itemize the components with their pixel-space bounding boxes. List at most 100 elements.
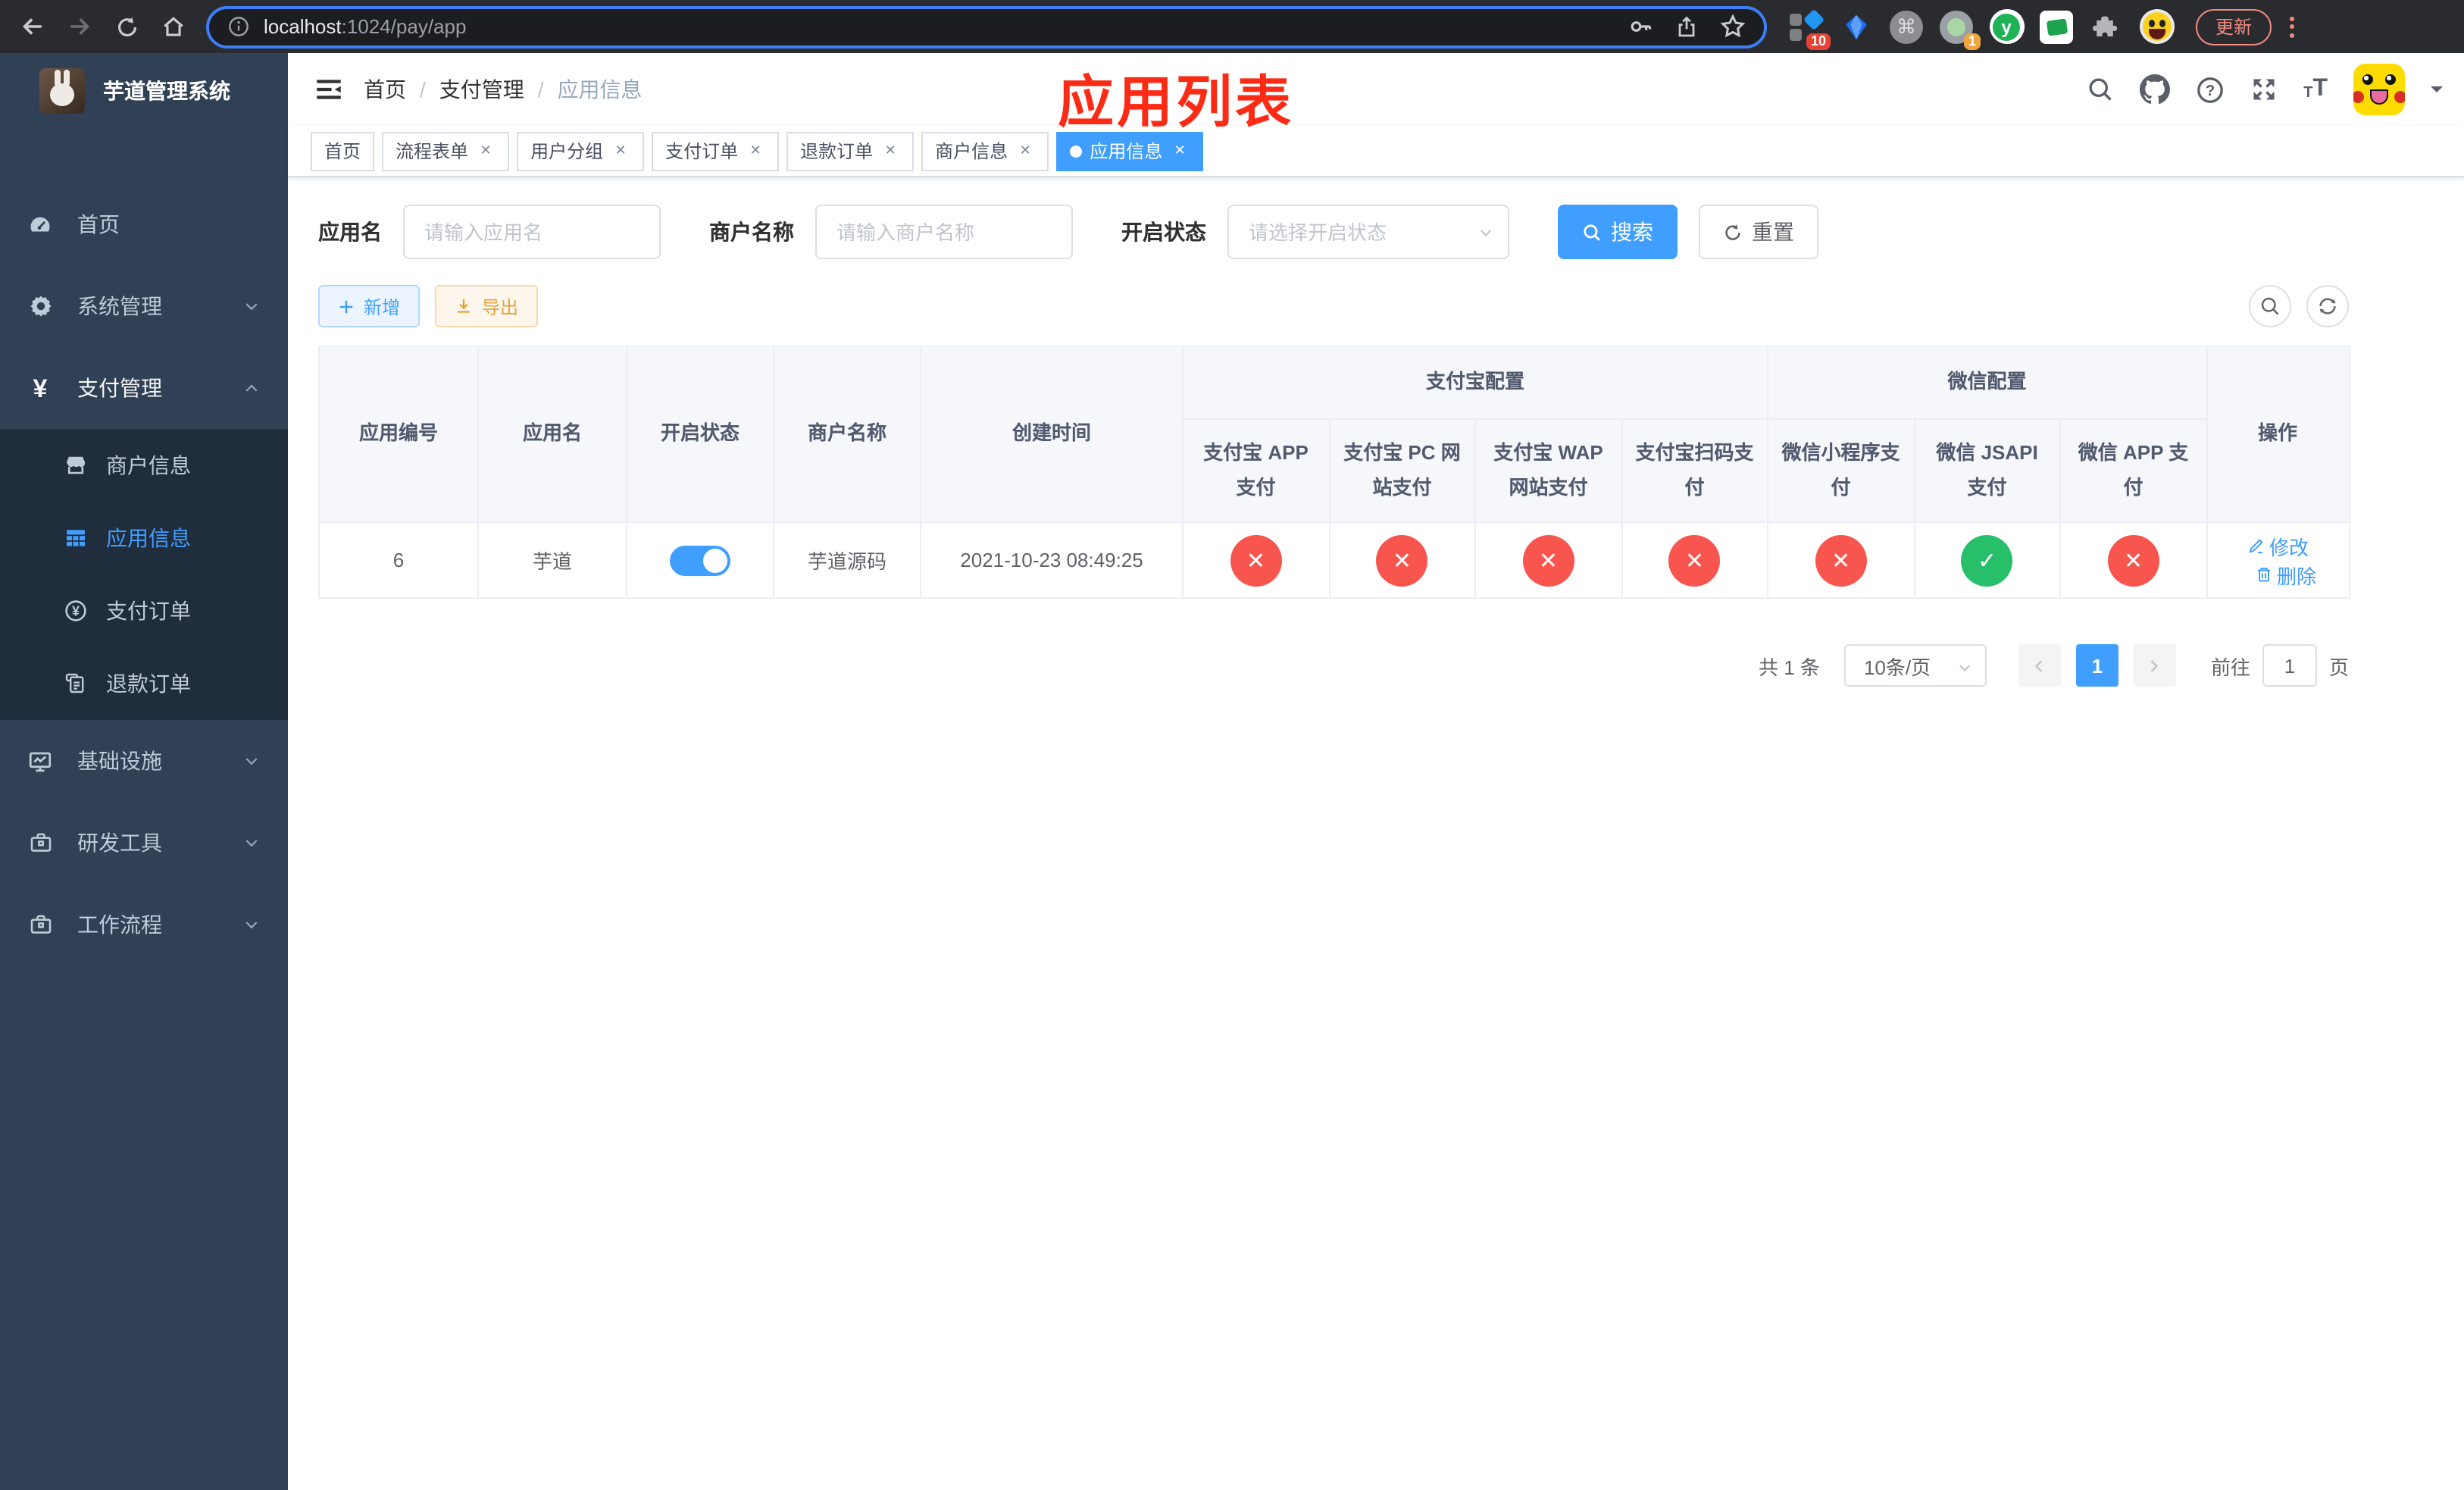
sidebar-collapse-button[interactable] (315, 76, 342, 103)
back-arrow-icon (23, 18, 42, 35)
tag-pay-orders[interactable]: 支付订单 ✕ (652, 131, 780, 171)
home-icon (164, 17, 183, 36)
password-key-icon[interactable] (1628, 14, 1653, 39)
extension-badge: 10 (1806, 33, 1831, 49)
browser-menu-button[interactable] (2290, 16, 2295, 37)
cell-alipay-qr: ✕ (1621, 521, 1769, 599)
show-search-button[interactable] (2249, 285, 2291, 327)
cell-created: 2021-10-23 08:49:25 (920, 521, 1184, 599)
extension-gem-icon[interactable] (1838, 8, 1875, 45)
status-icon: ✕ (1230, 534, 1282, 586)
fullscreen-icon[interactable] (2250, 76, 2278, 103)
sidebar-item-label: 研发工具 (77, 831, 162, 855)
tag-merchant-info[interactable]: 商户信息 ✕ (921, 131, 1049, 171)
caret-down-icon[interactable] (2431, 86, 2443, 99)
search-button[interactable]: 搜索 (1558, 205, 1678, 259)
back-button[interactable] (12, 6, 53, 47)
delete-link[interactable]: 删除 (2254, 560, 2316, 589)
merchant-name-input[interactable] (815, 205, 1073, 259)
tag-refund-orders[interactable]: 退款订单 ✕ (786, 131, 915, 171)
sidebar-item-workflow[interactable]: 工作流程 (0, 884, 288, 966)
search-icon (1584, 224, 1600, 240)
extension-recorder-icon[interactable]: 1 (1938, 8, 1981, 49)
status-select-input[interactable] (1227, 205, 1509, 259)
refresh-icon (1725, 224, 1740, 239)
search-icon[interactable] (2087, 76, 2114, 103)
col-header-wechat-app: 微信 APP 支付 (2059, 418, 2208, 523)
close-icon[interactable]: ✕ (611, 141, 630, 161)
col-header-alipay-qr: 支付宝扫码支付 (1621, 418, 1769, 523)
tags-view: 首页 流程表单 ✕ 用户分组 ✕ 支付订单 ✕ 退款订单 ✕ 商户信息 ✕ 应用信息 ✕ (288, 126, 2464, 177)
sidebar-logo[interactable]: 芋道管理系统 (0, 53, 288, 129)
export-button[interactable]: 导出 (435, 285, 539, 327)
close-icon[interactable]: ✕ (476, 141, 496, 161)
sidebar-item-infrastructure[interactable]: 基础设施 (0, 720, 288, 802)
pagination: 共 1 条 10条/页 1 前往 1 页 (318, 644, 2349, 687)
close-icon[interactable]: ✕ (746, 141, 765, 161)
goto-label: 前往 (2210, 656, 2250, 678)
forward-button[interactable] (59, 6, 100, 47)
breadcrumb-home[interactable]: 首页 (364, 74, 406, 105)
cell-wechat-mini: ✕ (1767, 521, 1915, 599)
status-select[interactable] (1227, 205, 1509, 259)
toolbox-icon (27, 912, 53, 938)
close-icon[interactable]: ✕ (1015, 141, 1035, 161)
github-icon[interactable] (2140, 74, 2171, 105)
col-header-wechat-mini: 微信小程序支付 (1767, 418, 1915, 523)
cell-name: 芋道 (477, 521, 627, 599)
tag-user-group[interactable]: 用户分组 ✕ (517, 131, 645, 171)
sidebar-item-merchant-info[interactable]: 商户信息 (0, 429, 288, 502)
svg-text:?: ? (2206, 82, 2215, 99)
site-info-icon[interactable] (227, 15, 250, 38)
sidebar-item-payment[interactable]: ¥ 支付管理 (0, 347, 288, 429)
sidebar-item-system[interactable]: 系统管理 (0, 265, 288, 347)
page-1-button[interactable]: 1 (2075, 644, 2118, 687)
filter-form: 应用名 商户名称 开启状态 (318, 205, 2464, 259)
breadcrumb-payment[interactable]: 支付管理 (439, 74, 524, 105)
page-size-select[interactable]: 10条/页 (1843, 644, 1987, 687)
share-icon[interactable] (1674, 14, 1699, 39)
prev-page-button[interactable] (2018, 644, 2061, 687)
chrome-update-button[interactable]: 更新 (2196, 8, 2272, 45)
enabled-toggle[interactable] (670, 545, 730, 575)
edit-link[interactable]: 修改 (2247, 531, 2309, 560)
bookmark-star-icon[interactable] (1720, 14, 1746, 39)
app-name-input[interactable] (403, 205, 661, 259)
help-icon[interactable]: ? (2196, 75, 2225, 104)
refresh-table-button[interactable] (2306, 285, 2349, 327)
extensions-area: 10 ⌘ 1 y (1788, 8, 2175, 49)
sidebar-item-pay-orders[interactable]: ¥ 支付订单 (0, 574, 288, 647)
extension-emoji-icon[interactable] (2138, 8, 2175, 45)
extension-command-icon[interactable]: ⌘ (1888, 8, 1925, 45)
next-page-button[interactable] (2133, 644, 2176, 687)
reset-button[interactable]: 重置 (1699, 205, 1818, 259)
extension-badge: 1 (1963, 33, 1981, 49)
sidebar-item-label: 应用信息 (106, 526, 191, 550)
cell-actions: 修改 删除 (2206, 521, 2350, 599)
home-button[interactable] (153, 6, 194, 47)
avatar[interactable] (2353, 64, 2405, 115)
extension-tampermonkey-icon[interactable]: 10 (1788, 8, 1831, 49)
status-label: 开启状态 (1121, 220, 1206, 244)
sidebar-item-dev-tools[interactable]: 研发工具 (0, 802, 288, 884)
sidebar-item-refund-orders[interactable]: 退款订单 (0, 647, 288, 720)
url-bar[interactable]: localhost:1024/pay/app (206, 5, 1767, 48)
sidebar-item-label: 首页 (77, 212, 120, 236)
add-button[interactable]: 新增 (318, 285, 421, 327)
extension-chat-icon[interactable] (2038, 8, 2075, 45)
col-header-id: 应用编号 (318, 346, 479, 523)
close-icon[interactable]: ✕ (880, 141, 900, 161)
sidebar-item-app-info[interactable]: 应用信息 (0, 502, 288, 574)
extension-yuque-icon[interactable]: y (1988, 8, 2025, 45)
main-area: 首页 / 支付管理 / 应用信息 应用列表 ? TT 首页 流程表单 ✕ 用户分… (288, 53, 2464, 1490)
tag-home[interactable]: 首页 (311, 131, 375, 171)
sidebar-item-home[interactable]: 首页 (0, 183, 288, 265)
extension-puzzle-icon[interactable] (2088, 8, 2125, 45)
reload-button[interactable] (106, 6, 147, 47)
goto-page-input[interactable] (2262, 644, 2317, 687)
chevron-left-icon (2035, 659, 2043, 671)
close-icon[interactable]: ✕ (1170, 141, 1190, 161)
sidebar-item-label: 基础设施 (77, 749, 162, 773)
font-size-icon[interactable]: TT (2303, 77, 2328, 102)
tag-process-form[interactable]: 流程表单 ✕ (382, 131, 510, 171)
